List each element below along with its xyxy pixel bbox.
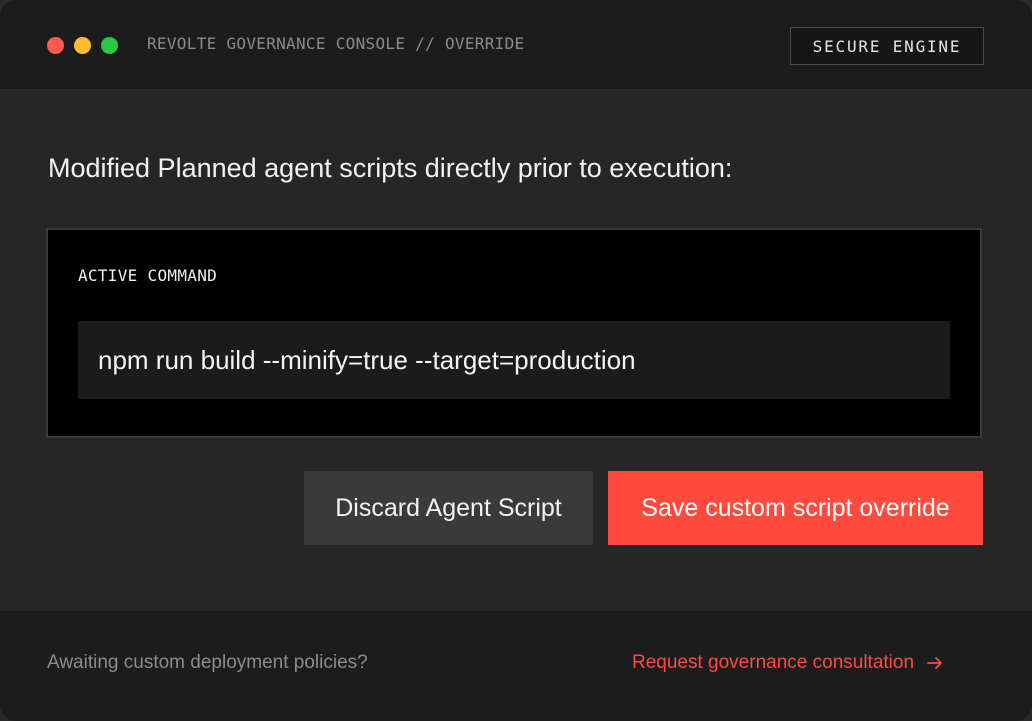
maximize-window-button[interactable] (101, 37, 118, 54)
window-title: REVOLTE GOVERNANCE CONSOLE // OVERRIDE (147, 34, 525, 53)
active-command-label: ACTIVE COMMAND (78, 266, 218, 285)
command-input[interactable] (78, 321, 950, 399)
console-window: REVOLTE GOVERNANCE CONSOLE // OVERRIDE S… (0, 0, 1032, 721)
page-title: Modified Planned agent scripts directly … (48, 153, 733, 183)
active-command-panel: ACTIVE COMMAND (46, 228, 982, 438)
minimize-window-button[interactable] (74, 37, 91, 54)
close-window-button[interactable] (47, 37, 64, 54)
footer: Awaiting custom deployment policies? Req… (0, 611, 1032, 721)
request-consultation-link[interactable]: Request governance consultation (632, 652, 944, 674)
footer-note: Awaiting custom deployment policies? (47, 652, 368, 673)
window-controls (47, 37, 118, 54)
save-custom-script-override-button[interactable]: Save custom script override (608, 471, 983, 545)
secure-engine-badge: SECURE ENGINE (790, 27, 984, 65)
discard-agent-script-button[interactable]: Discard Agent Script (304, 471, 593, 545)
title-bar: REVOLTE GOVERNANCE CONSOLE // OVERRIDE S… (0, 0, 1032, 90)
arrow-right-icon (927, 657, 942, 669)
request-consultation-label: Request governance consultation (632, 652, 915, 673)
